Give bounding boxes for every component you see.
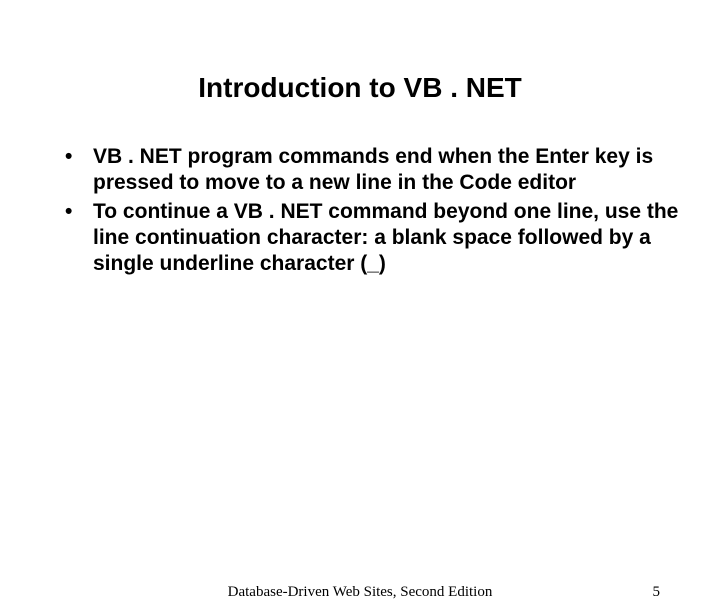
slide: Introduction to VB . NET VB . NET progra… [0, 72, 720, 612]
bullet-list: VB . NET program commands end when the E… [55, 144, 680, 277]
slide-title: Introduction to VB . NET [0, 72, 720, 104]
footer-text: Database-Driven Web Sites, Second Editio… [228, 584, 493, 601]
page-number: 5 [653, 584, 661, 601]
slide-content: VB . NET program commands end when the E… [0, 144, 720, 277]
bullet-item: VB . NET program commands end when the E… [55, 144, 680, 197]
bullet-item: To continue a VB . NET command beyond on… [55, 199, 680, 278]
